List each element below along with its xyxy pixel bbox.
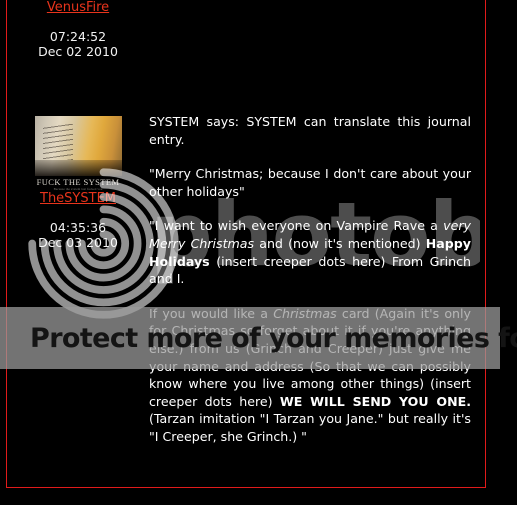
entry-timestamp: 04:35:36 Dec 03 2010 bbox=[7, 220, 149, 250]
entry-body-column: SYSTEM says: SYSTEM can translate this j… bbox=[149, 113, 479, 446]
text-run: If you would like a bbox=[149, 305, 274, 321]
text-run: (Tarzan imitation "I Tarzan you Jane." b… bbox=[149, 411, 471, 444]
text-run: SYSTEM says: SYSTEM can translate this j… bbox=[149, 114, 471, 147]
author-link[interactable]: VenusFire bbox=[7, 0, 149, 15]
entry-timestamp: 07:24:52 Dec 02 2010 bbox=[7, 29, 149, 59]
journal-entry: FUCK THE SYSTEM Because the system just … bbox=[7, 113, 486, 483]
entry-paragraph: If you would like a Christmas card (Agai… bbox=[149, 305, 471, 446]
text-run: "I want to wish everyone on Vampire Rave… bbox=[149, 218, 444, 234]
thesystem-avatar[interactable]: FUCK THE SYSTEM Because the system just … bbox=[29, 113, 127, 190]
author-link[interactable]: TheSYSTEM bbox=[7, 191, 149, 206]
entry-author-column: FUCK THE SYSTEM Because the system just … bbox=[7, 113, 149, 250]
entry-author-column: VenusFire 07:24:52 Dec 02 2010 bbox=[7, 0, 149, 59]
journal-entry: VenusFire 07:24:52 Dec 02 2010 bbox=[7, 0, 486, 113]
avatar[interactable]: FUCK THE SYSTEM Because the system just … bbox=[7, 113, 149, 190]
entry-time: 07:24:52 bbox=[49, 29, 107, 44]
entry-time: 04:35:36 bbox=[49, 220, 107, 235]
journal-page: VenusFire 07:24:52 Dec 02 2010 FUCK THE … bbox=[0, 0, 517, 505]
poster-photo bbox=[34, 116, 122, 176]
text-run: Christmas bbox=[273, 305, 337, 321]
entry-date: Dec 02 2010 bbox=[38, 44, 118, 59]
entry-paragraph: SYSTEM says: SYSTEM can translate this j… bbox=[149, 113, 471, 148]
text-run: and (now it's mentioned) bbox=[254, 235, 426, 251]
poster-caption: FUCK THE SYSTEM bbox=[36, 177, 120, 187]
poster-subcaption: Because the system just fucked you bbox=[53, 187, 103, 190]
text-run: "Merry Christmas; because I don't care a… bbox=[149, 166, 471, 199]
entry-paragraph: "I want to wish everyone on Vampire Rave… bbox=[149, 217, 471, 287]
entry-date: Dec 03 2010 bbox=[38, 235, 118, 250]
entry-paragraph: "Merry Christmas; because I don't care a… bbox=[149, 165, 471, 200]
journal-entries-panel: VenusFire 07:24:52 Dec 02 2010 FUCK THE … bbox=[6, 0, 486, 488]
text-run: WE WILL SEND YOU ONE. bbox=[279, 393, 472, 409]
